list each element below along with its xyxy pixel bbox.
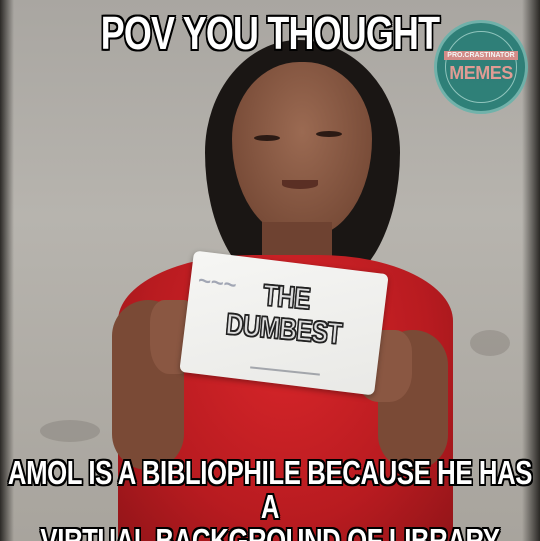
logo-main-text: MEMES xyxy=(449,63,513,83)
procrastinator-memes-logo: PRO.CRASTINATOR MEMES xyxy=(434,20,528,114)
person-face xyxy=(232,62,372,237)
bottom-caption: AMOL IS A BIBLIOPHILE BECAUSE HE HAS A V… xyxy=(5,456,535,541)
logo-top-text: PRO.CRASTINATOR xyxy=(437,51,525,60)
sign-text: THE DUMBEST xyxy=(213,276,357,352)
logo-top-label: PRO.CRASTINATOR xyxy=(444,51,518,60)
person-eye-right xyxy=(316,131,342,137)
bottom-caption-line-1: AMOL IS A BIBLIOPHILE BECAUSE HE HAS A xyxy=(7,454,533,525)
wall-stain xyxy=(470,330,510,356)
wall-stain xyxy=(40,420,100,442)
top-caption: POV YOU THOUGHT xyxy=(100,7,440,59)
bottom-caption-line-2: VIRTUAL BACKGROUND OF LIBRARY xyxy=(40,522,500,541)
person-mouth xyxy=(282,180,318,189)
meme-image: ~~~ THE DUMBEST POV YOU THOUGHT AMOL IS … xyxy=(0,0,540,541)
person-eye-left xyxy=(254,135,280,141)
